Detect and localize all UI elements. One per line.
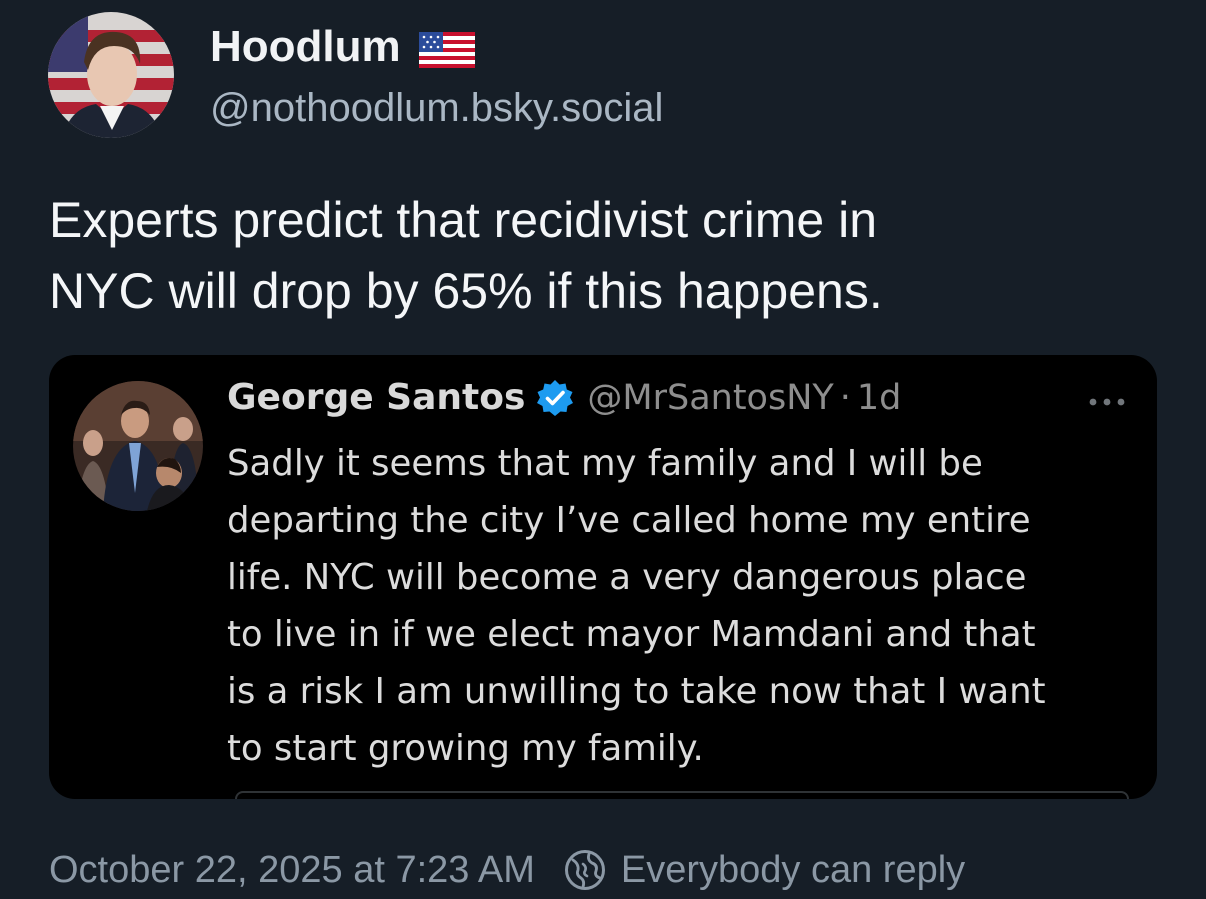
quoted-author-name[interactable]: George Santos	[227, 377, 525, 418]
author-handle[interactable]: @nothoodlum.bsky.social	[210, 86, 663, 131]
embedded-media-edge	[235, 791, 1129, 799]
author-display-name[interactable]: Hoodlum	[210, 22, 401, 72]
quoted-post-text: Sadly it seems that my family and I will…	[227, 443, 1046, 769]
header-separator: ·	[839, 377, 851, 418]
quoted-post-time[interactable]: 1d	[857, 378, 902, 418]
author-avatar-image	[48, 12, 174, 138]
quoted-post-header: George Santos @MrSantosNY · 1d	[227, 377, 901, 418]
more-options-icon[interactable]	[1085, 395, 1129, 407]
reply-setting[interactable]: Everybody can reply	[621, 849, 965, 892]
post-footer: October 22, 2025 at 7:23 AM Everybody ca…	[49, 848, 965, 892]
post-text: Experts predict that recidivist crime in…	[49, 192, 883, 319]
quoted-author-avatar-image	[73, 381, 203, 511]
quoted-post-card[interactable]: George Santos @MrSantosNY · 1d Sadly it …	[49, 355, 1157, 799]
author-display-name-row: Hoodlum	[210, 22, 475, 72]
author-avatar[interactable]	[48, 12, 174, 138]
globe-icon	[563, 848, 607, 892]
us-flag-icon	[418, 29, 475, 68]
verified-badge-icon	[535, 378, 575, 418]
quoted-author-avatar[interactable]	[73, 381, 203, 511]
post-timestamp: October 22, 2025 at 7:23 AM	[49, 848, 535, 891]
quoted-author-handle[interactable]: @MrSantosNY	[587, 378, 833, 418]
